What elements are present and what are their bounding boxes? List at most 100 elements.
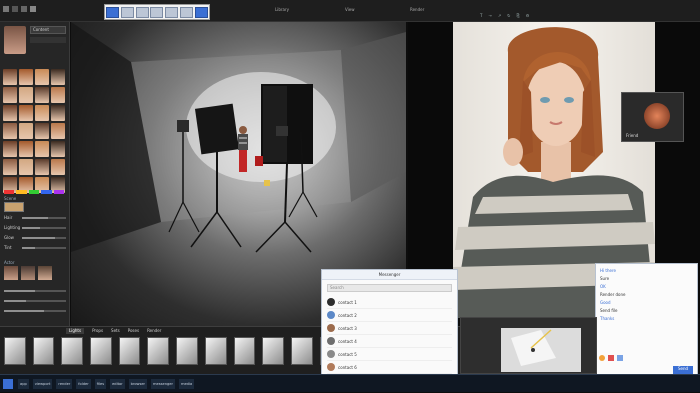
taskbar-item[interactable]: folder: [76, 379, 91, 389]
hair-thumbnail[interactable]: [35, 123, 49, 139]
hair-thumbnail[interactable]: [35, 159, 49, 175]
hair-thumbnail[interactable]: [19, 123, 33, 139]
tab-render[interactable]: Render: [147, 328, 161, 334]
hair-thumbnail[interactable]: [3, 87, 17, 103]
taskbar-item[interactable]: render: [56, 379, 73, 389]
hair-thumbnail[interactable]: [3, 141, 17, 157]
search-input[interactable]: Search: [327, 284, 452, 292]
contact-row[interactable]: contact 2: [327, 309, 452, 322]
taskbar-item[interactable]: viewport: [32, 379, 53, 389]
tab-sets[interactable]: Sets: [111, 328, 120, 334]
color-swatch[interactable]: [41, 190, 52, 194]
color-swatch[interactable]: [53, 190, 65, 194]
zoom-icon[interactable]: [180, 6, 194, 18]
material-preview[interactable]: [4, 202, 24, 212]
light-asset-thumbnail[interactable]: [61, 337, 84, 365]
tab-lights[interactable]: Lights: [66, 328, 85, 334]
light-asset-thumbnail[interactable]: [233, 337, 256, 365]
light-asset-thumbnail[interactable]: [262, 337, 284, 365]
actor-thumbnail[interactable]: [21, 266, 35, 280]
hair-thumbnail[interactable]: [19, 159, 33, 175]
contact-row[interactable]: contact 3: [327, 322, 452, 335]
taskbar-item[interactable]: browser: [128, 379, 148, 389]
settings-icon[interactable]: [194, 6, 208, 18]
taskbar-item[interactable]: editor: [110, 379, 125, 389]
taskbar-item[interactable]: files: [94, 379, 107, 389]
hair-thumbnail[interactable]: [3, 69, 17, 85]
taskbar-item[interactable]: app: [18, 379, 29, 389]
contact-row[interactable]: contact 6: [327, 361, 452, 374]
hair-thumbnail[interactable]: [51, 69, 65, 85]
hair-thumbnail[interactable]: [3, 159, 17, 175]
hair-thumbnail[interactable]: [51, 87, 65, 103]
figure-label[interactable]: Content: [30, 26, 66, 34]
copy-tool-icon[interactable]: ⎘: [517, 13, 520, 19]
light-asset-thumbnail[interactable]: [118, 337, 141, 365]
image-icon[interactable]: [608, 355, 614, 361]
actor-thumbnail[interactable]: [38, 266, 52, 280]
light-icon[interactable]: [21, 6, 27, 12]
text-tool-icon[interactable]: T: [480, 13, 482, 19]
figure-avatar[interactable]: [4, 26, 26, 54]
color-swatch[interactable]: [4, 190, 15, 194]
contact-row[interactable]: contact 1: [327, 296, 452, 309]
property-slider[interactable]: [4, 290, 66, 292]
avatar-popup[interactable]: Friend: [621, 92, 684, 142]
start-icon[interactable]: [3, 379, 13, 389]
pose-icon[interactable]: [30, 6, 36, 12]
hair-slider[interactable]: [22, 216, 66, 219]
hair-thumbnail[interactable]: [51, 159, 65, 175]
light-asset-thumbnail[interactable]: [32, 337, 55, 365]
figure-selector[interactable]: [30, 37, 66, 43]
contact-row[interactable]: contact 5: [327, 348, 452, 361]
gallery-icon[interactable]: [150, 6, 164, 18]
hair-thumbnail[interactable]: [51, 105, 65, 121]
file-icon[interactable]: [617, 355, 623, 361]
light-asset-thumbnail[interactable]: [4, 337, 26, 365]
mini-viewport[interactable]: [460, 317, 597, 374]
color-swatch[interactable]: [16, 190, 27, 194]
hair-thumbnail[interactable]: [35, 105, 49, 121]
hair-thumbnail[interactable]: [19, 87, 33, 103]
taskbar-item[interactable]: messenger: [151, 379, 175, 389]
hair-thumbnail[interactable]: [35, 141, 49, 157]
hair-thumbnail[interactable]: [19, 105, 33, 121]
property-slider[interactable]: [4, 300, 66, 302]
hair-thumbnail[interactable]: [19, 69, 33, 85]
arrow-tool-icon[interactable]: →: [488, 13, 491, 19]
rotate-tool-icon[interactable]: ↻: [507, 13, 510, 19]
hair-thumbnail[interactable]: [3, 105, 17, 121]
light-asset-thumbnail[interactable]: [90, 337, 112, 365]
taskbar-item[interactable]: media: [178, 379, 195, 389]
camera-icon[interactable]: [12, 6, 18, 12]
menu-render[interactable]: Render: [410, 7, 424, 12]
diagonal-tool-icon[interactable]: ↗: [498, 13, 501, 19]
select-tool-icon[interactable]: [105, 6, 119, 18]
hair-thumbnail[interactable]: [51, 123, 65, 139]
lighting-slider[interactable]: [22, 226, 66, 229]
send-button[interactable]: Send: [673, 366, 693, 374]
hair-thumbnail[interactable]: [3, 123, 17, 139]
actor-thumbnail[interactable]: [4, 266, 18, 280]
hair-thumbnail[interactable]: [19, 141, 33, 157]
messenger-titlebar[interactable]: Messenger: [322, 270, 457, 280]
hair-thumbnail[interactable]: [35, 69, 49, 85]
light-asset-thumbnail[interactable]: [176, 337, 198, 365]
print-icon[interactable]: [165, 6, 179, 18]
tab-poses[interactable]: Poses: [128, 328, 139, 334]
glow-slider[interactable]: [22, 236, 66, 239]
hair-thumbnail[interactable]: [51, 141, 65, 157]
cloud-icon[interactable]: [135, 6, 149, 18]
menu-view[interactable]: View: [345, 7, 355, 12]
light-asset-thumbnail[interactable]: [290, 337, 313, 365]
tint-slider[interactable]: [22, 246, 66, 249]
color-swatch[interactable]: [28, 190, 40, 194]
hair-thumbnail[interactable]: [35, 87, 49, 103]
messenger-window[interactable]: Messenger Search contact 1 contact 2 conta…: [321, 269, 458, 391]
light-asset-thumbnail[interactable]: [147, 337, 170, 365]
gear-icon[interactable]: ⚙: [526, 13, 530, 19]
menu-library[interactable]: Library: [275, 7, 289, 12]
emoji-icon[interactable]: [599, 355, 605, 361]
hand-tool-icon[interactable]: [120, 6, 134, 18]
contact-row[interactable]: contact 4: [327, 335, 452, 348]
